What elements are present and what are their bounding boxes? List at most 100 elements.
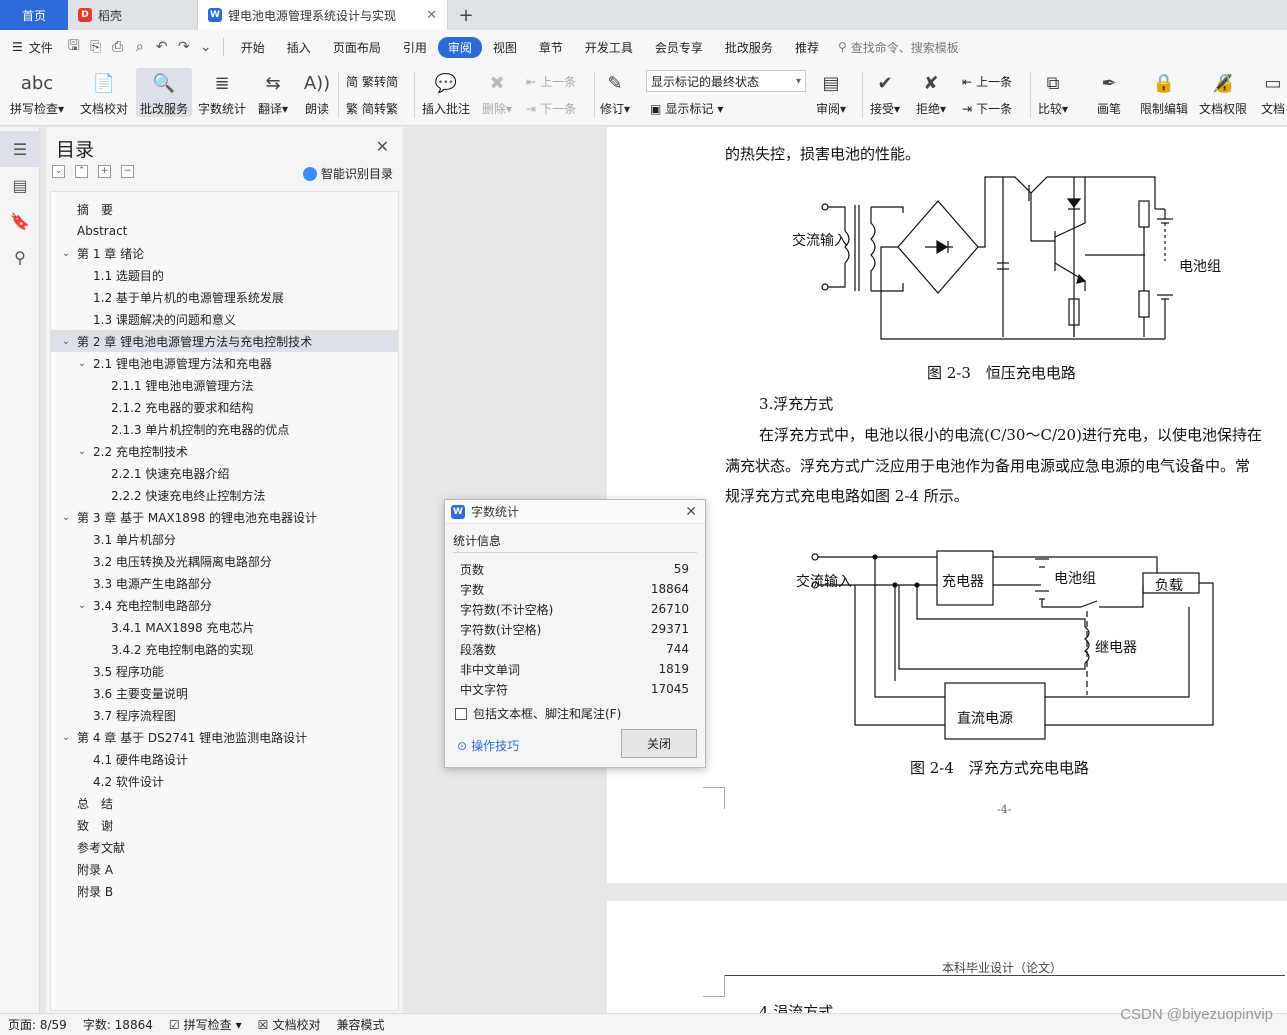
tab-close-icon[interactable]: ✕: [426, 8, 437, 23]
simp-to-trad-button[interactable]: 繁 简转繁: [346, 100, 398, 117]
toc-item[interactable]: 3.5 程序功能: [51, 660, 398, 682]
toc-item[interactable]: 摘 要: [51, 198, 398, 220]
prev-change-button[interactable]: ⇤ 上一条: [962, 73, 1012, 90]
toc-item[interactable]: 3.4.2 充电控制电路的实现: [51, 638, 398, 660]
search-icon[interactable]: ⚲: [0, 239, 40, 275]
toc-item[interactable]: ⌄ 2.2 充电控制技术: [51, 440, 398, 462]
toc-item[interactable]: 1.1 选题目的: [51, 264, 398, 286]
chevron-down-icon[interactable]: ⌄: [59, 732, 73, 743]
document-page[interactable]: 的热失控，损害电池的性能。 交流输入 电池组 图 2-3 恒压充电电路 3.浮充…: [607, 127, 1287, 883]
page-indicator[interactable]: 页面: 8/59: [0, 1016, 75, 1033]
spell-check-button[interactable]: abc 拼写检查▾: [10, 68, 64, 117]
tab-home[interactable]: 首页: [0, 0, 68, 30]
close-button[interactable]: 关闭: [621, 729, 697, 758]
toc-item[interactable]: 1.2 基于单片机的电源管理系统发展: [51, 286, 398, 308]
toc-item[interactable]: 3.4.1 MAX1898 充电芯片: [51, 616, 398, 638]
accept-button[interactable]: ✔ 接受▾: [870, 68, 900, 117]
translate-button[interactable]: ⇆ 翻译▾: [258, 68, 288, 117]
chapter-nav-icon[interactable]: ▤: [0, 167, 40, 203]
chevron-down-icon[interactable]: ⌄: [75, 446, 89, 457]
restrict-edit-button[interactable]: 🔒 限制编辑: [1140, 68, 1188, 117]
toc-item[interactable]: 2.1.1 锂电池电源管理方法: [51, 374, 398, 396]
toc-item[interactable]: ⌄ 第 1 章 绪论: [51, 242, 398, 264]
more-icon[interactable]: ⌄: [195, 36, 217, 58]
review-pane-button[interactable]: ▤ 审阅▾: [816, 68, 846, 117]
menu-item[interactable]: 审阅: [437, 36, 482, 58]
menu-item[interactable]: 视图: [482, 36, 528, 59]
document-page[interactable]: 本科毕业设计（论文） 4.涓流方式: [607, 901, 1287, 1013]
reject-button[interactable]: ✘ 拒绝▾: [916, 68, 946, 117]
toc-item[interactable]: ⌄ 第 2 章 锂电池电源管理方法与充电控制技术: [51, 330, 398, 352]
toc-item[interactable]: 3.1 单片机部分: [51, 528, 398, 550]
insert-comment-button[interactable]: 💬 插入批注: [422, 68, 470, 117]
toc-item[interactable]: 附录 B: [51, 880, 398, 902]
prev-comment-button[interactable]: ⇤ 上一条: [526, 73, 576, 90]
word-count-button[interactable]: ≣ 字数统计: [198, 68, 246, 117]
review-service-button[interactable]: 🔍 批改服务: [136, 68, 193, 117]
close-icon[interactable]: ✕: [685, 504, 697, 520]
tab-docer[interactable]: D 稻壳: [68, 0, 198, 30]
menu-item[interactable]: 批改服务: [714, 36, 784, 59]
redo-icon[interactable]: ↷: [173, 36, 195, 58]
menu-item[interactable]: 开发工具: [574, 36, 644, 59]
chevron-down-icon[interactable]: ⌄: [75, 358, 89, 369]
print-icon[interactable]: ⎙: [107, 36, 129, 58]
toc-item[interactable]: 2.2.1 快速充电器介绍: [51, 462, 398, 484]
trad-to-simp-button[interactable]: 简 繁转简: [346, 73, 398, 90]
toc-item[interactable]: 3.6 主要变量说明: [51, 682, 398, 704]
spell-check-toggle[interactable]: ☑ 拼写检查 ▾: [161, 1016, 250, 1033]
chevron-down-icon[interactable]: ⌄: [75, 600, 89, 611]
chevron-down-icon[interactable]: ⌄: [59, 336, 73, 347]
toc-item[interactable]: 3.3 电源产生电路部分: [51, 572, 398, 594]
toc-item[interactable]: 2.2.2 快速充电终止控制方法: [51, 484, 398, 506]
track-changes-button[interactable]: ✎ 修订▾: [600, 68, 630, 117]
tips-link[interactable]: ⊙ 操作技巧: [457, 737, 519, 754]
toc-item[interactable]: ⌄ 第 3 章 基于 MAX1898 的锂电池充电器设计: [51, 506, 398, 528]
toc-item[interactable]: ⌄ 第 4 章 基于 DS2741 锂电池监测电路设计: [51, 726, 398, 748]
close-icon[interactable]: ✕: [376, 137, 389, 156]
display-state-select[interactable]: 显示标记的最终状态 ▾: [646, 70, 806, 92]
collapse-all-icon[interactable]: ⌄: [52, 165, 65, 178]
menu-item[interactable]: 章节: [528, 36, 574, 59]
toc-item[interactable]: Abstract: [51, 220, 398, 242]
toc-item[interactable]: 总 结: [51, 792, 398, 814]
preview-icon[interactable]: ⌕: [129, 36, 151, 58]
undo-icon[interactable]: ↶: [151, 36, 173, 58]
save-icon[interactable]: 🖫: [63, 36, 85, 58]
toc-panel-icon[interactable]: ☰: [0, 131, 40, 167]
show-markup-button[interactable]: ▣ 显示标记 ▾: [650, 100, 723, 117]
doc-check-button[interactable]: 📄 文档校对: [80, 68, 128, 117]
menu-item[interactable]: 推荐: [784, 36, 830, 59]
chevron-down-icon[interactable]: ⌄: [59, 248, 73, 259]
toc-item[interactable]: 4.1 硬件电路设计: [51, 748, 398, 770]
doc-more-button[interactable]: ▭ 文档: [1258, 68, 1287, 117]
toc-item[interactable]: 2.1.3 单片机控制的充电器的优点: [51, 418, 398, 440]
toc-item[interactable]: 3.2 电压转换及光耦隔离电路部分: [51, 550, 398, 572]
bookmark-icon[interactable]: 🔖: [0, 203, 40, 239]
export-icon[interactable]: ⎘: [85, 36, 107, 58]
toc-item[interactable]: 参考文献: [51, 836, 398, 858]
delete-comment-button[interactable]: ✖ 删除▾: [482, 68, 512, 117]
toc-item[interactable]: 1.3 课题解决的问题和意义: [51, 308, 398, 330]
expand-level-icon[interactable]: ⌃: [75, 165, 88, 178]
include-textbox-checkbox[interactable]: 包括文本框、脚注和尾注(F): [455, 705, 621, 722]
next-comment-button[interactable]: ⇥ 下一条: [526, 100, 576, 117]
add-heading-icon[interactable]: +: [98, 165, 111, 178]
new-tab-icon[interactable]: +: [448, 0, 484, 30]
command-search[interactable]: ⚲ 查找命令、搜索模板: [838, 39, 959, 56]
file-menu[interactable]: ☰ 文件: [0, 39, 63, 56]
toc-item[interactable]: 2.1.2 充电器的要求和结构: [51, 396, 398, 418]
tab-document[interactable]: W 锂电池电源管理系统设计与实现 ✕: [198, 0, 448, 30]
menu-item[interactable]: 页面布局: [322, 36, 392, 59]
toc-item[interactable]: 致 谢: [51, 814, 398, 836]
doc-permission-button[interactable]: 🔏 文档权限: [1199, 68, 1247, 117]
toc-item[interactable]: 附录 A: [51, 858, 398, 880]
toc-item[interactable]: ⌄ 3.4 充电控制电路部分: [51, 594, 398, 616]
menu-item[interactable]: 引用: [392, 36, 438, 59]
menu-item[interactable]: 会员专享: [644, 36, 714, 59]
word-count-indicator[interactable]: 字数: 18864: [75, 1016, 161, 1033]
read-aloud-button[interactable]: A)) 朗读: [302, 68, 332, 117]
toc-item[interactable]: ⌄ 2.1 锂电池电源管理方法和充电器: [51, 352, 398, 374]
compare-button[interactable]: ⧉ 比较▾: [1038, 68, 1068, 117]
doc-check-toggle[interactable]: ☒ 文档校对: [250, 1016, 329, 1033]
